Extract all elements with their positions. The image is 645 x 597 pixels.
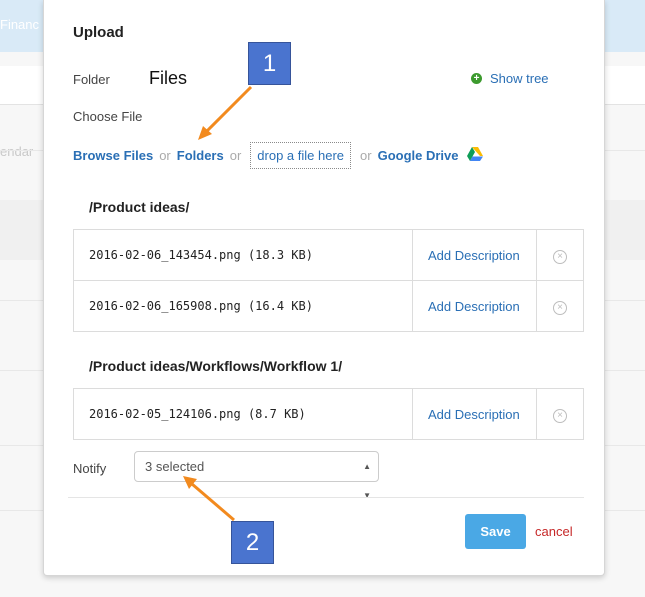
arrow-2-line	[191, 482, 235, 522]
arrow-1-line	[204, 85, 253, 134]
annotation-arrows	[183, 85, 253, 522]
annotation-badge-1: 1	[248, 42, 291, 85]
annotation-badge-2: 2	[231, 521, 274, 564]
